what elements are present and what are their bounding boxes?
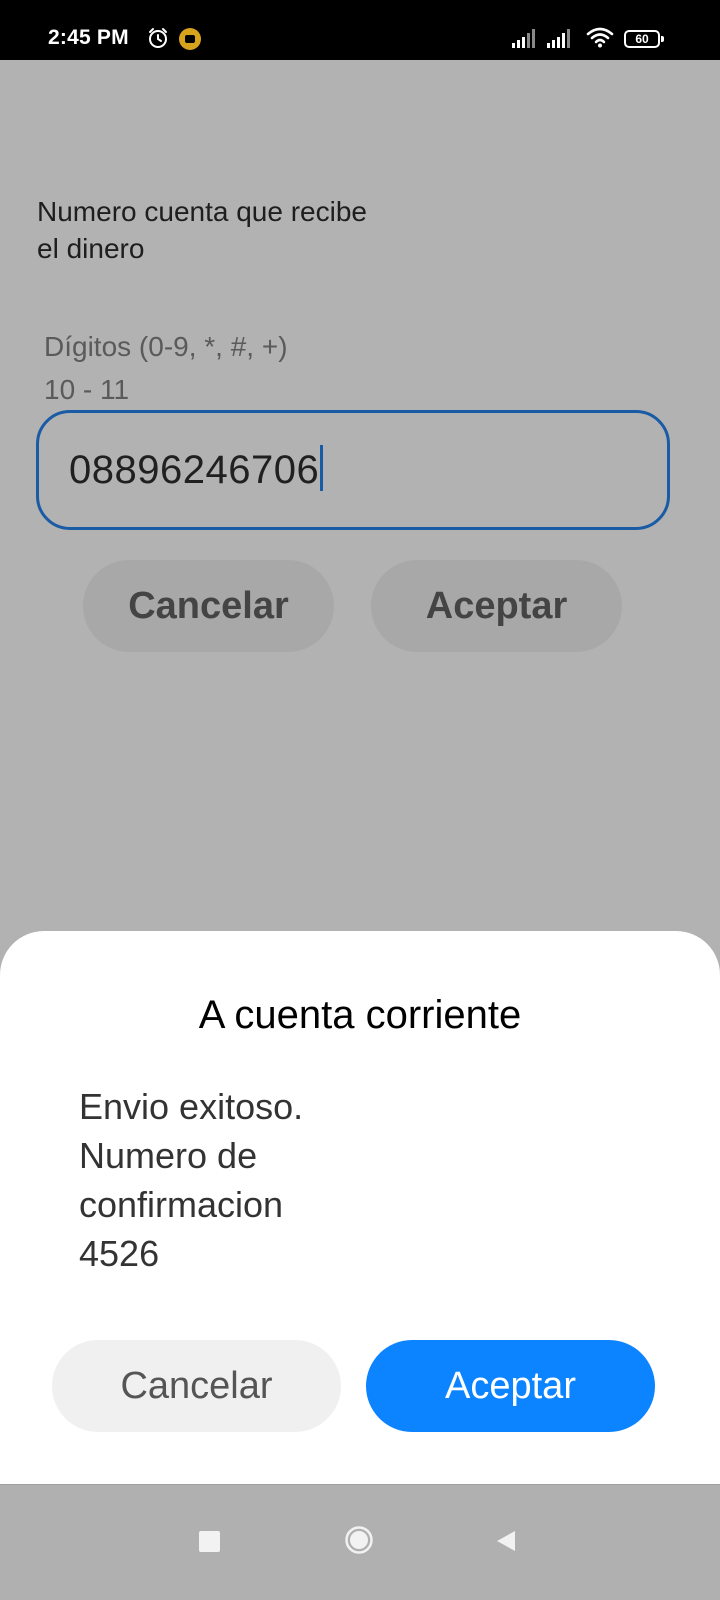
form-accept-button[interactable]: Aceptar xyxy=(371,560,622,652)
dialog-message: Envio exitoso. Numero de confirmacion 45… xyxy=(79,1082,399,1278)
message-label-1: Numero de xyxy=(79,1135,258,1176)
status-bar: 2:45 PM 60 xyxy=(0,0,720,60)
status-time: 2:45 PM xyxy=(48,26,129,49)
back-icon[interactable] xyxy=(494,1529,518,1553)
account-number-value: 08896246706 xyxy=(69,448,320,492)
message-label-2: confirmacion xyxy=(79,1184,284,1225)
signal-icon xyxy=(547,29,570,48)
hint-allowed-digits: Dígitos (0-9, *, #, +) xyxy=(44,331,288,362)
wifi-icon xyxy=(586,27,614,48)
message-status: Envio exitoso. xyxy=(79,1086,304,1127)
account-field-label: Numero cuenta que recibe el dinero xyxy=(37,196,367,264)
dialog-cancel-button[interactable]: Cancelar xyxy=(52,1340,341,1432)
battery-level: 60 xyxy=(635,32,649,46)
alarm-icon xyxy=(149,28,167,48)
recents-icon[interactable] xyxy=(199,1531,220,1552)
notification-icon xyxy=(179,28,201,50)
confirmation-number: 4526 xyxy=(79,1233,160,1274)
battery-icon: 60 xyxy=(624,30,664,48)
account-field-hint: Dígitos (0-9, *, #, +) 10 - 11 xyxy=(44,325,288,411)
hint-length: 10 - 11 xyxy=(44,374,130,405)
signal-icon xyxy=(512,29,535,48)
home-icon[interactable] xyxy=(344,1525,374,1555)
confirmation-dialog: A cuenta corriente Envio exitoso. Numero… xyxy=(0,931,720,1484)
dialog-title: A cuenta corriente xyxy=(198,993,522,1037)
text-cursor xyxy=(320,445,324,491)
navigation-bar xyxy=(0,1484,720,1600)
account-number-input[interactable]: 08896246706 xyxy=(36,410,670,530)
dialog-accept-button[interactable]: Aceptar xyxy=(366,1340,655,1432)
form-cancel-button[interactable]: Cancelar xyxy=(83,560,334,652)
